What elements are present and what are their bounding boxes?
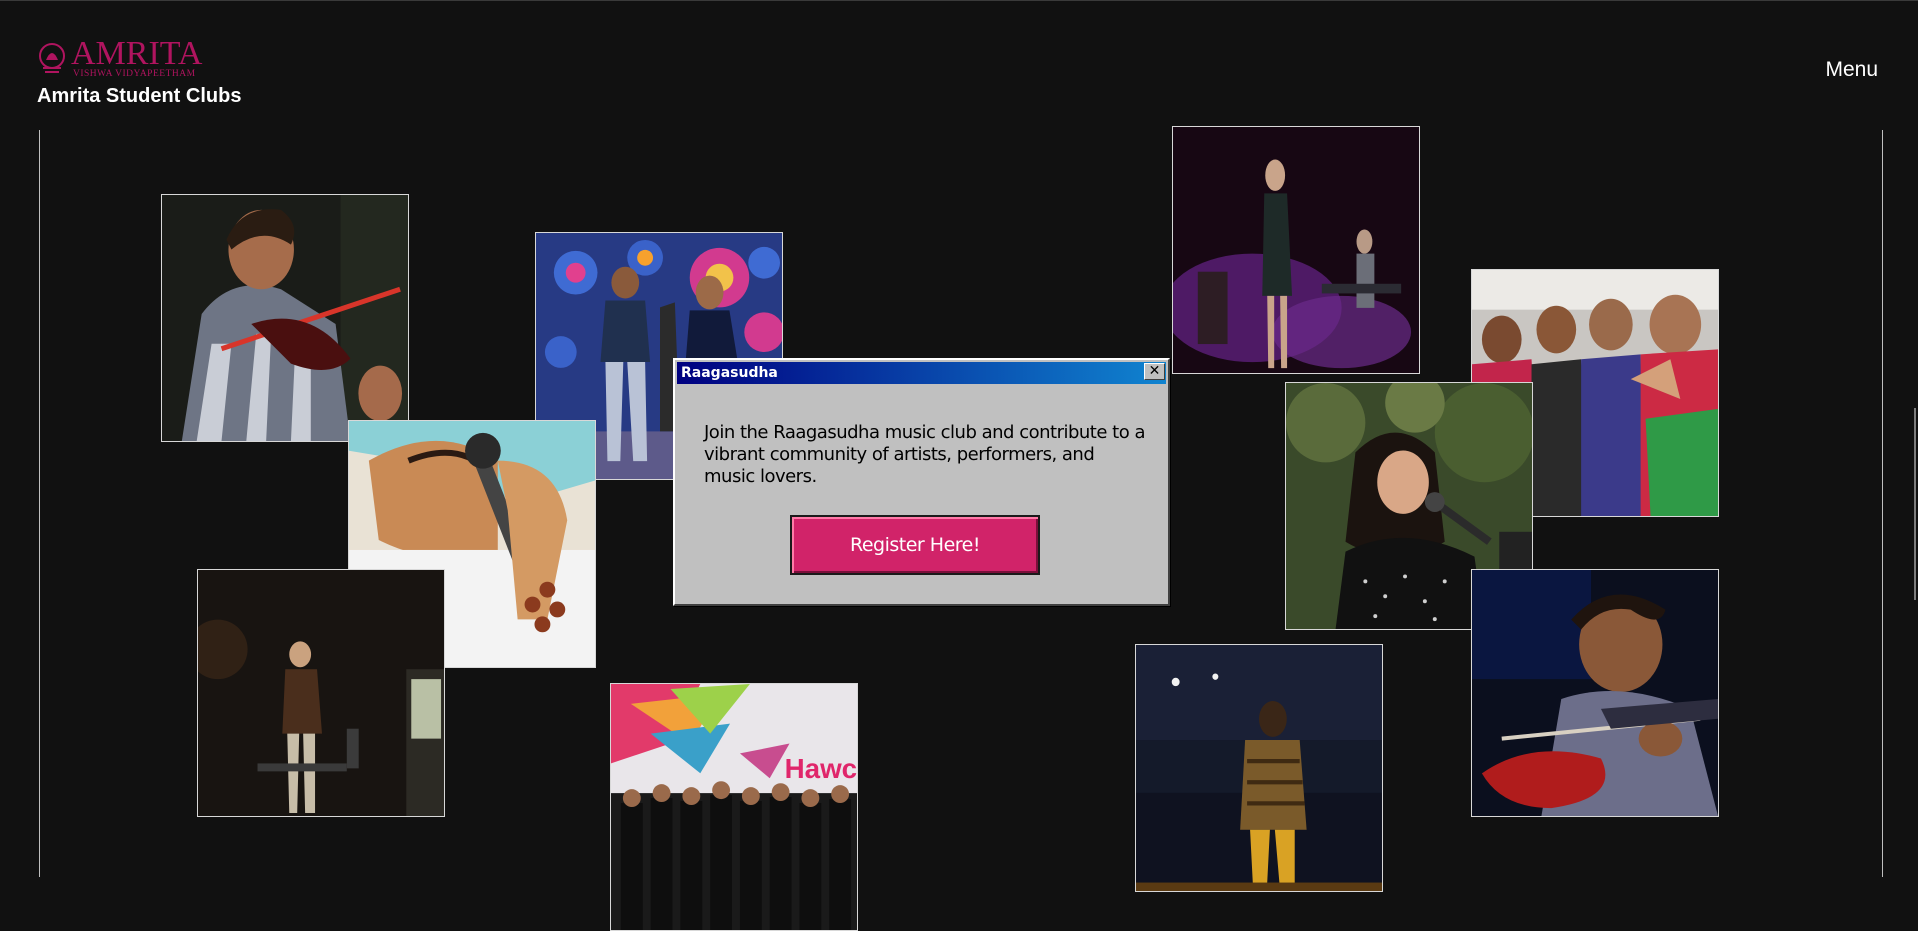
close-icon[interactable]: ✕	[1144, 363, 1165, 380]
site-title[interactable]: Amrita Student Clubs	[37, 85, 241, 108]
logo-subtext: VISHWA VIDYAPEETHAM	[73, 69, 196, 79]
gallery-photo-choir: Hawc	[610, 683, 858, 931]
amrita-emblem-icon	[39, 43, 65, 73]
register-button[interactable]: Register Here!	[790, 515, 1040, 575]
frame-right-line	[1882, 130, 1883, 877]
gallery-photo-young-violinist	[1471, 569, 1719, 817]
site-header: AMRITA VISHWA VIDYAPEETHAM Amrita Studen…	[0, 0, 1918, 130]
menu-button[interactable]: Menu	[1825, 58, 1878, 82]
dialog-titlebar[interactable]: Raagasudha	[677, 362, 1166, 384]
raagasudha-dialog: Raagasudha ✕ Join the Raagasudha music c…	[673, 358, 1170, 606]
gallery-photo-back-view	[1135, 644, 1383, 892]
dialog-message: Join the Raagasudha music club and contr…	[704, 422, 1145, 487]
choir-banner-text: Hawc	[785, 753, 857, 784]
dialog-title: Raagasudha	[681, 365, 778, 381]
gallery-photo-dark-stage	[197, 569, 445, 817]
frame-left-line	[39, 130, 40, 877]
amrita-logo[interactable]: AMRITA VISHWA VIDYAPEETHAM	[37, 38, 217, 80]
gallery-photo-purple-stage	[1172, 126, 1420, 374]
gallery-photo-violinist	[161, 194, 409, 442]
scrollbar-thumb[interactable]	[1914, 408, 1916, 600]
logo-wordmark: AMRITA	[71, 38, 203, 72]
